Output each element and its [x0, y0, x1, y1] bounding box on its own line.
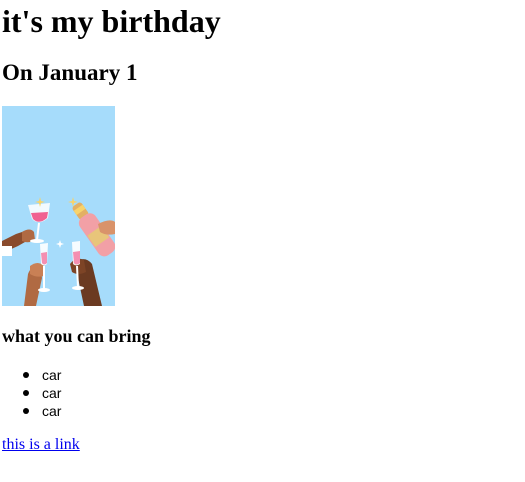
event-date-heading: On January 1: [2, 60, 138, 85]
list-item: car: [0, 384, 61, 402]
list-item-label: car: [42, 385, 62, 401]
page-link[interactable]: this is a link: [2, 436, 80, 454]
list-item-label: car: [42, 367, 62, 383]
bring-heading: what you can bring: [2, 326, 151, 346]
page-title: it's my birthday: [2, 3, 221, 39]
list-item-label: car: [42, 403, 62, 419]
bullet-icon: [23, 408, 29, 414]
bring-list: car car car: [0, 366, 61, 420]
list-item: car: [0, 366, 61, 384]
bullet-icon: [23, 372, 29, 378]
bullet-icon: [23, 390, 29, 396]
celebration-image: [2, 106, 115, 306]
list-item: car: [0, 402, 61, 420]
